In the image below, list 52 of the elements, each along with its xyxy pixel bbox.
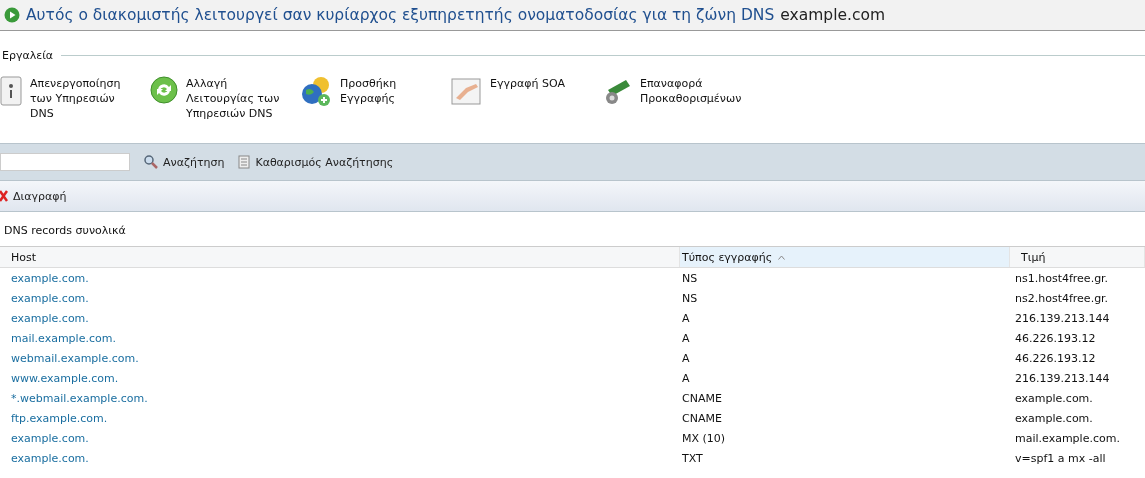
- tool-link[interactable]: Προσθήκη Εγγραφής: [300, 76, 450, 121]
- tool-link[interactable]: Εγγραφή SOA: [450, 76, 600, 121]
- tool-link[interactable]: Αλλαγή Λειτουργίας των Υπηρεσιών DNS: [150, 76, 300, 121]
- refresh-icon: [150, 76, 178, 104]
- table-cell-text: A: [681, 371, 691, 385]
- host-link[interactable]: *.webmail.example.com.: [0, 391, 680, 405]
- host-link[interactable]: mail.example.com.: [0, 331, 680, 345]
- table-cell-text: 46.226.193.12: [1014, 351, 1097, 365]
- zone-name: example.com: [780, 6, 886, 24]
- host-link[interactable]: example.com.: [0, 311, 680, 325]
- table-cell-text: A: [681, 331, 691, 345]
- table-caption: DNS records συνολικά: [3, 223, 127, 239]
- table-cell-text: CNAME: [681, 411, 723, 425]
- table-cell-text: A: [681, 351, 691, 365]
- page-title: Αυτός ο διακομιστής λειτουργεί σαν κυρίαρχος εξυπηρετητής ονοματοδοσίας για τη ζώνη DNS: [26, 6, 775, 24]
- table-cell-text: ns1.host4free.gr.: [1014, 271, 1110, 285]
- table-cell-text: v=spf1 a mx -all: [1014, 451, 1107, 465]
- document-icon: [238, 155, 251, 169]
- switch-icon: [0, 76, 22, 106]
- table-cell-text: mail.example.com.: [1014, 431, 1121, 445]
- search-field[interactable]: [0, 153, 130, 171]
- clear-search-button[interactable]: Καθαρισμός Αναζήτησης: [238, 155, 394, 169]
- table-cell-text: example.com.: [1014, 391, 1094, 405]
- table-cell-text: NS: [681, 271, 699, 285]
- table-cell-text: MX (10): [681, 431, 727, 445]
- table-cell-text: TXT: [681, 451, 704, 465]
- host-link[interactable]: example.com.: [0, 291, 680, 305]
- table-cell-text: CNAME: [681, 391, 723, 405]
- host-link[interactable]: example.com.: [0, 431, 680, 445]
- table-cell-text: example.com.: [1014, 411, 1094, 425]
- search-icon: [144, 155, 158, 169]
- tool-link[interactable]: Επαναφορά Προκαθορισμένων: [600, 76, 750, 121]
- host-link[interactable]: webmail.example.com.: [0, 351, 680, 365]
- table-cell-text: A: [681, 311, 691, 325]
- globe-add-icon: [300, 76, 332, 108]
- tool-link[interactable]: Απενεργοποίηση των Υπηρεσιών DNS: [0, 76, 150, 121]
- table-cell-text: 46.226.193.12: [1014, 331, 1097, 345]
- host-link[interactable]: example.com.: [0, 271, 680, 285]
- delete-icon: [0, 190, 8, 202]
- table-cell-text: 216.139.213.144: [1014, 311, 1111, 325]
- table-cell-text: ns2.host4free.gr.: [1014, 291, 1110, 305]
- host-link[interactable]: ftp.example.com.: [0, 411, 680, 425]
- column-header[interactable]: Τιμή: [1010, 247, 1145, 267]
- table-cell-text: 216.139.213.144: [1014, 371, 1111, 385]
- host-link[interactable]: example.com.: [0, 451, 680, 465]
- column-header[interactable]: Τύπος εγγραφής: [680, 247, 1010, 267]
- delete-button[interactable]: Διαγραφή: [0, 189, 67, 203]
- section-heading: Εργαλεία: [2, 49, 54, 62]
- play-icon: [4, 7, 20, 23]
- table-cell-text: NS: [681, 291, 699, 305]
- search-button[interactable]: Αναζήτηση: [144, 155, 225, 169]
- host-link[interactable]: www.example.com.: [0, 371, 680, 385]
